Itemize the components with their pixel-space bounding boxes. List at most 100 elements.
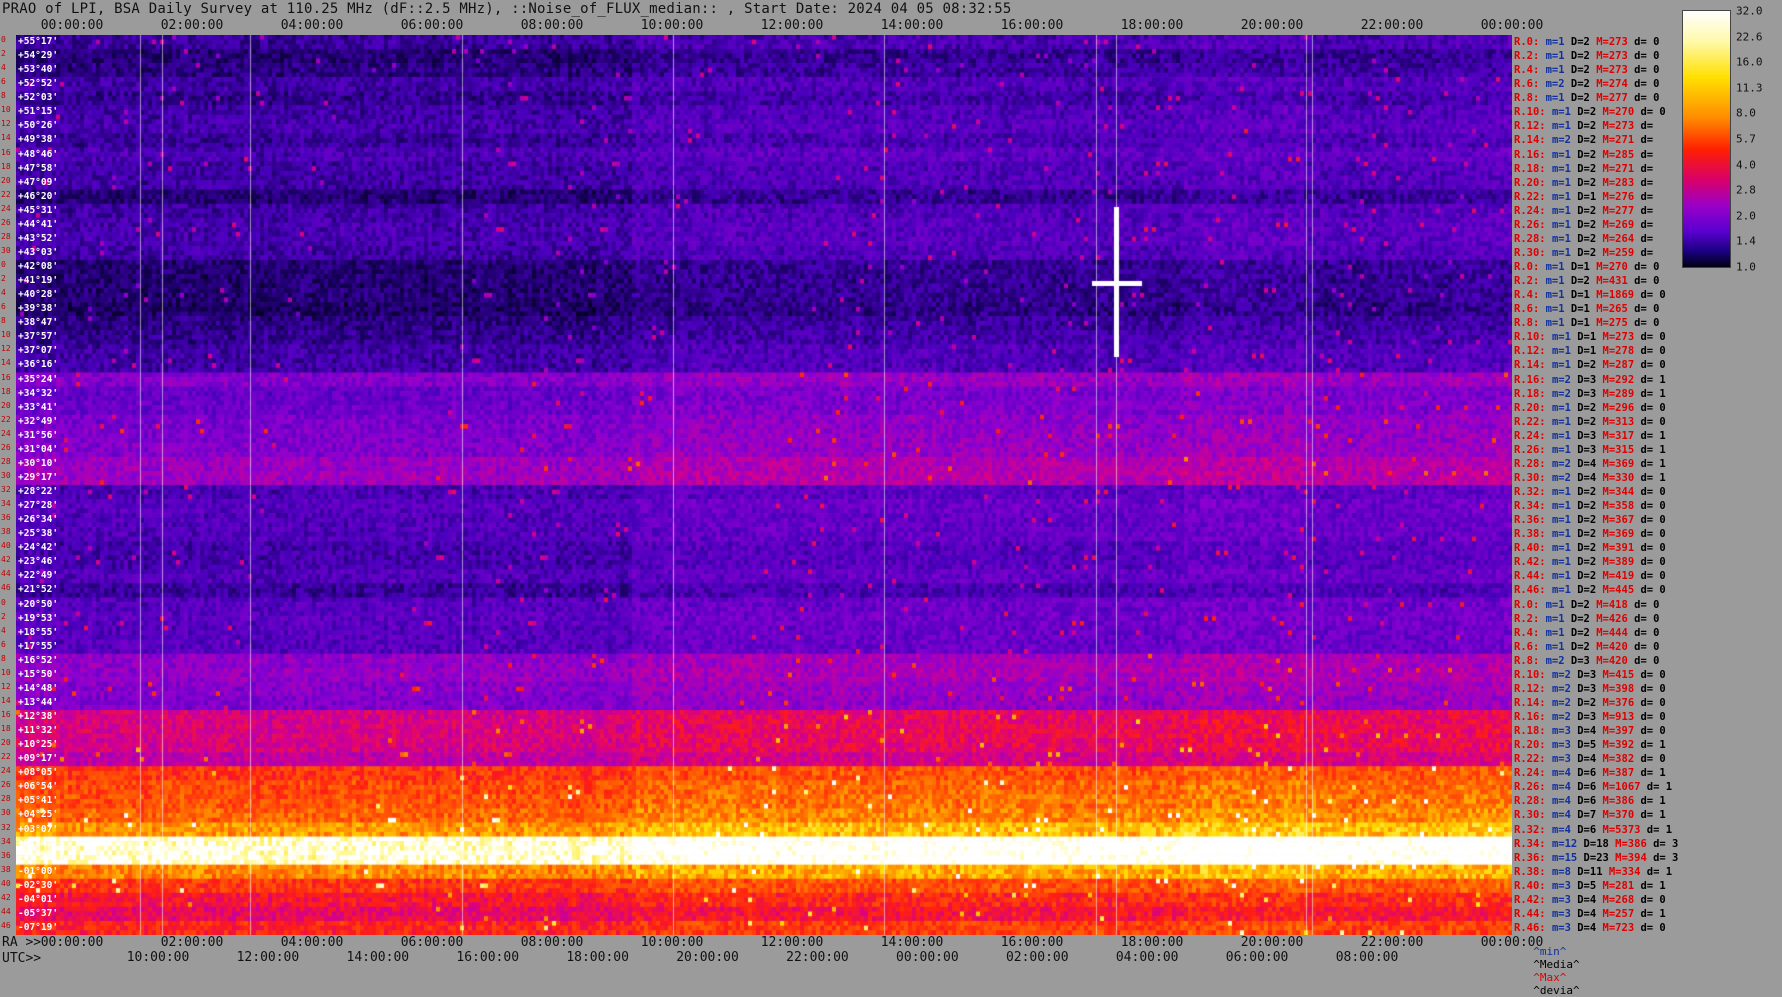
row-stat-d: D=4	[1577, 753, 1603, 766]
row-stat-dev: d= 0	[1640, 668, 1666, 681]
row-stat-m: m=1	[1551, 162, 1578, 175]
row-stat-r: R.22:	[1514, 753, 1552, 766]
row-stat-d: D=2	[1570, 64, 1597, 77]
row-stat-d: D=4	[1577, 893, 1603, 906]
row-stat-m: m=3	[1551, 893, 1578, 906]
row-stat-r: R.18:	[1514, 725, 1552, 738]
row-number: 42	[1, 892, 11, 902]
row-stat-dev: d= 1	[1640, 373, 1666, 386]
row-stat-m: m=1	[1551, 190, 1578, 203]
row-stat-r: R.8:	[1514, 92, 1546, 105]
row-number: 28	[1, 231, 11, 241]
row-stat: R.0: m=1 D=1 M=270 d= 0	[1514, 261, 1659, 273]
ra-tick: 08:00:00	[520, 935, 584, 950]
row-stat-d: D=4	[1577, 457, 1603, 470]
row-stat-max: M=296	[1602, 401, 1641, 414]
row-stat-max: M=370	[1602, 809, 1641, 822]
row-stat-m: m=2	[1551, 696, 1578, 709]
row-stat: R.36: m=1 D=2 M=367 d= 0	[1514, 514, 1666, 526]
row-stat-d: D=2	[1577, 359, 1603, 372]
row-stat-m: m=1	[1551, 176, 1578, 189]
ra-tick: 14:00:00	[880, 935, 944, 950]
row-stat-d: D=2	[1577, 486, 1603, 499]
row-stat-max: M=382	[1602, 753, 1641, 766]
top-time-tick: 10:00:00	[640, 18, 704, 33]
utc-tick: 14:00:00	[346, 950, 410, 965]
row-stat: R.44: m=1 D=2 M=419 d= 0	[1514, 570, 1666, 582]
row-number: 40	[1, 541, 11, 551]
row-stat-r: R.22:	[1514, 190, 1552, 203]
row-stat-dev: d= 1	[1646, 865, 1673, 878]
row-stat-d: D=2	[1570, 640, 1597, 653]
row-stat: R.28: m=4 D=6 M=386 d= 1	[1514, 795, 1666, 807]
row-stat: R.0: m=1 D=2 M=418 d= 0	[1514, 599, 1659, 611]
row-stat-d: D=2	[1577, 514, 1603, 527]
row-stat-max: M=444	[1596, 626, 1635, 639]
row-number: 26	[1, 780, 11, 790]
row-stat-r: R.36:	[1514, 514, 1552, 527]
row-stat: R.10: m=1 D=1 M=273 d= 0	[1514, 331, 1666, 343]
ra-tick: 22:00:00	[1360, 935, 1424, 950]
row-stat-m: m=1	[1551, 556, 1578, 569]
row-stat-d: D=2	[1577, 556, 1603, 569]
row-stat-max: M=273	[1602, 331, 1641, 344]
top-time-tick: 14:00:00	[880, 18, 944, 33]
row-stat: R.24: m=4 D=6 M=387 d= 1	[1514, 767, 1666, 779]
row-number: 4	[1, 625, 6, 635]
row-stat-max: M=431	[1596, 275, 1635, 288]
utc-tick: 06:00:00	[1225, 950, 1289, 965]
row-stat-dev: d= 0	[1640, 893, 1666, 906]
row-stat-r: R.6:	[1514, 640, 1546, 653]
row-stat-dev: d=	[1640, 204, 1654, 217]
ra-tick: 02:00:00	[160, 935, 224, 950]
row-stat-d: D=2	[1577, 570, 1603, 583]
row-stat: R.38: m=1 D=2 M=369 d= 0	[1514, 528, 1666, 540]
row-stat: R.18: m=1 D=2 M=271 d=	[1514, 163, 1653, 175]
row-stat-dev: d= 0	[1640, 401, 1666, 414]
row-stat-r: R.24:	[1514, 204, 1552, 217]
row-stat-dev: d= 0	[1640, 696, 1666, 709]
row-stat-m: m=1	[1545, 640, 1571, 653]
row-stat-m: m=1	[1551, 514, 1578, 527]
row-stat-max: M=271	[1602, 134, 1641, 147]
row-number-column: 0 2 4 6 8 10 12 14 16 18 20 22 24 26 28 30 0 2 4 6 8 10 12 14 16…	[0, 35, 16, 935]
row-stat-m: m=1	[1545, 289, 1571, 302]
row-number: 18	[1, 386, 11, 396]
row-stat: R.38: m=8 D=11 M=334 d= 1	[1514, 866, 1672, 878]
row-stat-dev: d= 0	[1634, 275, 1660, 288]
row-number: 18	[1, 724, 11, 734]
row-stat-dev: d= 1	[1640, 429, 1666, 442]
row-stat-d: D=6	[1577, 767, 1603, 780]
utc-tick: 10:00:00	[126, 950, 190, 965]
row-number: 2	[1, 49, 6, 59]
row-stat-max: M=264	[1602, 232, 1641, 245]
row-stat-max: M=419	[1602, 570, 1641, 583]
row-number: 42	[1, 555, 11, 565]
row-stat-max: M=369	[1602, 528, 1641, 541]
row-stat-dev: d= 1	[1646, 823, 1673, 836]
row-stat-d: D=5	[1577, 739, 1603, 752]
row-stat: R.16: m=2 D=3 M=913 d= 0	[1514, 711, 1666, 723]
row-number: 2	[1, 274, 6, 284]
top-time-tick: 22:00:00	[1360, 18, 1424, 33]
row-stat-max: M=277	[1602, 204, 1641, 217]
row-stat-m: m=15	[1551, 851, 1584, 864]
row-stat-r: R.20:	[1514, 739, 1552, 752]
top-time-axis: 00:00:00 02:00:00 04:00:00 06:00:00 08:00:00…	[0, 18, 1544, 34]
row-stat: R.42: m=3 D=4 M=268 d= 0	[1514, 894, 1666, 906]
row-stat: R.22: m=1 D=1 M=276 d=	[1514, 191, 1653, 203]
row-stat-dev: d= 0	[1634, 303, 1660, 316]
row-stat-dev: d= 0	[1640, 486, 1666, 499]
row-number: 18	[1, 161, 11, 171]
row-stat-r: R.26:	[1514, 781, 1552, 794]
ra-tick: 10:00:00	[640, 935, 704, 950]
row-stat-dev: d=	[1640, 246, 1654, 259]
row-stat-m: m=2	[1551, 682, 1578, 695]
colorbar-tick: 2.8	[1736, 183, 1756, 197]
row-stat-dev: d=	[1640, 218, 1654, 231]
row-stat-m: m=3	[1551, 907, 1578, 920]
row-stat-r: R.28:	[1514, 232, 1552, 245]
row-stat-m: m=1	[1551, 584, 1578, 597]
row-stat-d: D=2	[1577, 176, 1603, 189]
row-stat-r: R.16:	[1514, 711, 1552, 724]
